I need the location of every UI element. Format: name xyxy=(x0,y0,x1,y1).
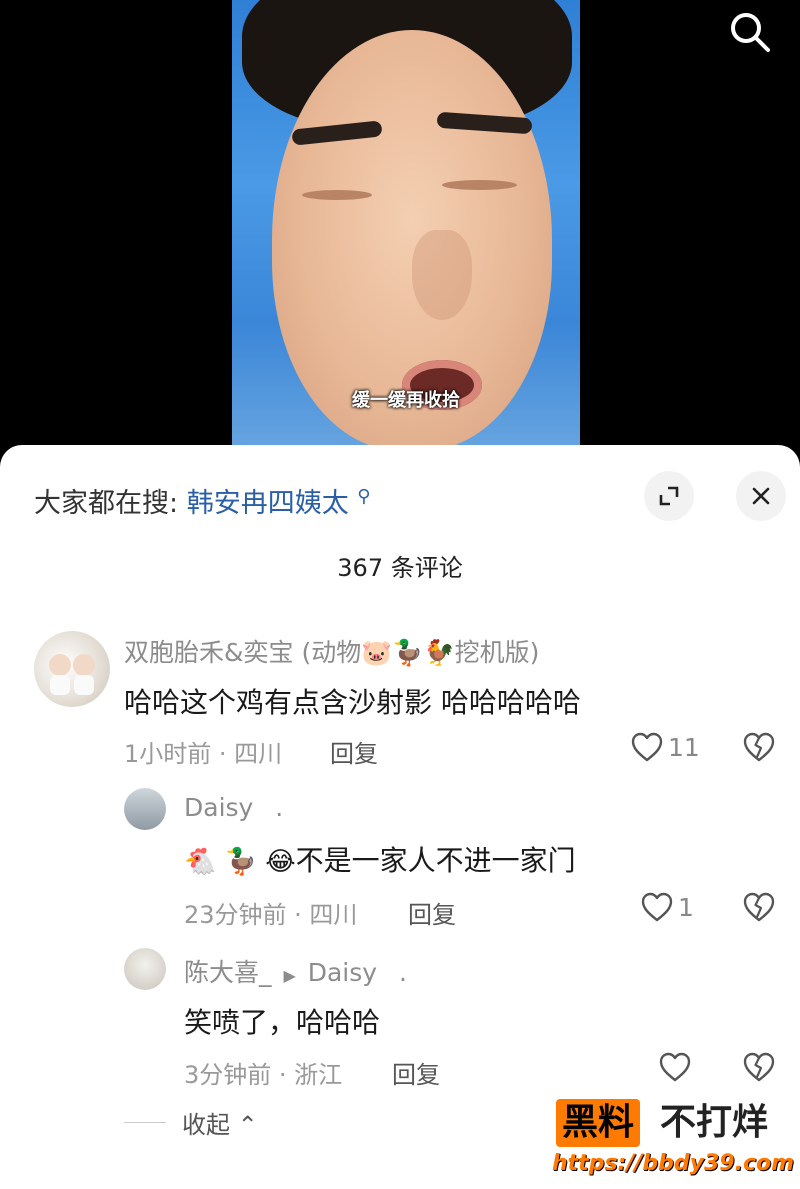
broken-heart-icon xyxy=(743,892,775,922)
reply-button[interactable]: 回复 xyxy=(408,895,456,930)
dislike-button[interactable] xyxy=(742,891,776,927)
heart-icon xyxy=(641,892,673,922)
close-button[interactable] xyxy=(736,471,786,521)
dislike-button[interactable] xyxy=(742,1051,776,1087)
heart-icon xyxy=(631,732,663,762)
trending-search[interactable]: 大家都在搜: 韩安冉四姨太 ⚲ xyxy=(34,481,370,520)
broken-heart-icon xyxy=(743,732,775,762)
comment-text[interactable]: 哈哈这个鸡有点含沙射影 哈哈哈哈哈 xyxy=(124,681,581,721)
like-count: 1 xyxy=(678,892,694,922)
reply-text[interactable]: 🐔 🦆 😂不是一家人不进一家门 xyxy=(184,839,576,879)
avatar[interactable] xyxy=(124,948,166,990)
watermark-brand-suffix: 不打烊 xyxy=(660,1102,769,1143)
reply-button[interactable]: 回复 xyxy=(392,1055,440,1090)
reply-button[interactable]: 回复 xyxy=(330,734,378,769)
watermark-url: https://bbdy39.com xyxy=(552,1151,795,1176)
trending-query[interactable]: 韩安冉四姨太 xyxy=(187,488,349,519)
comment-author[interactable]: 双胞胎禾&奕宝 (动物🐷🦆🐓挖机版) xyxy=(124,633,539,669)
collapse-replies-button[interactable]: 收起 ⌃ xyxy=(124,1105,258,1140)
divider xyxy=(124,1122,166,1123)
collapse-label: 收起 ⌃ xyxy=(182,1111,258,1139)
reply-text[interactable]: 笑喷了，哈哈哈 xyxy=(184,1001,380,1041)
trending-label: 大家都在搜: xyxy=(34,488,179,519)
like-button[interactable]: 1 xyxy=(640,891,694,923)
reply-author[interactable]: 陈大喜_ ▶ Daisy . xyxy=(184,953,407,989)
expand-icon xyxy=(659,486,679,506)
like-button[interactable]: 11 xyxy=(630,731,700,763)
avatar[interactable] xyxy=(124,788,166,830)
emoji-group: 🐔 🦆 😂 xyxy=(184,847,296,877)
video-caption: 缓一缓再收拾 xyxy=(352,390,460,411)
reply-meta: 23分钟前 · 四川 xyxy=(184,901,358,929)
heart-icon xyxy=(659,1052,691,1082)
reply-meta: 3分钟前 · 浙江 xyxy=(184,1061,343,1089)
avatar[interactable] xyxy=(34,631,110,707)
video-frame[interactable]: 缓一缓再收拾 xyxy=(232,0,580,460)
dislike-button[interactable] xyxy=(742,731,776,767)
search-icon[interactable] xyxy=(726,8,774,56)
like-count: 11 xyxy=(668,732,700,762)
comment-meta: 1小时前 · 四川 xyxy=(124,740,283,768)
comment-sheet: 大家都在搜: 韩安冉四姨太 ⚲ 367 条评论 双胞胎禾&奕宝 (动物🐷🦆🐓挖机… xyxy=(0,445,800,1189)
video-player[interactable]: 缓一缓再收拾 xyxy=(0,0,800,460)
search-small-icon: ⚲ xyxy=(357,486,371,507)
reply-author[interactable]: Daisy . xyxy=(184,793,283,822)
comment-count: 367 条评论 xyxy=(337,554,463,582)
broken-heart-icon xyxy=(743,1052,775,1082)
reply-arrow-icon: ▶ xyxy=(283,966,296,985)
like-button[interactable] xyxy=(658,1051,692,1083)
close-icon xyxy=(752,487,770,505)
expand-button[interactable] xyxy=(644,471,694,521)
watermark-brand: 黑料 xyxy=(556,1099,641,1147)
watermark: 黑料 不打烊 https://bbdy39.com xyxy=(552,1099,795,1181)
